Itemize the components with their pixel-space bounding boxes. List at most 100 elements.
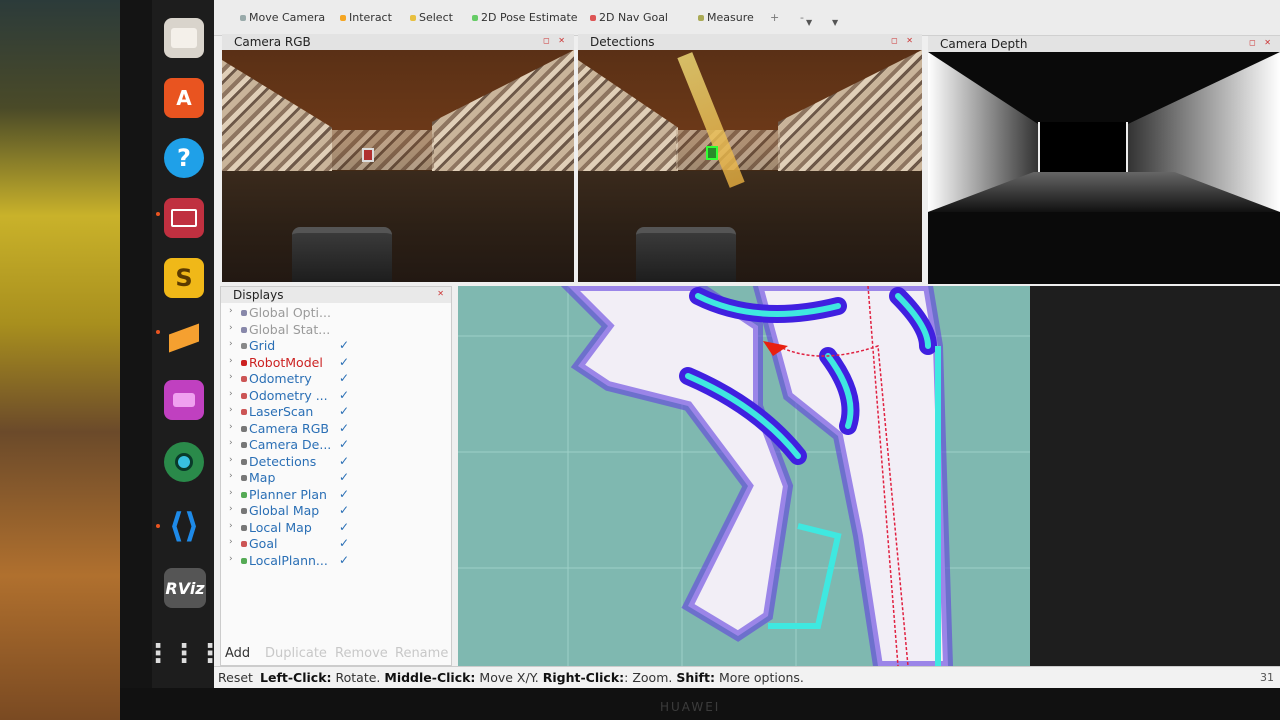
panel-close-icon[interactable]: ◻ ✕ xyxy=(543,36,568,45)
remove-tool-icon[interactable]: - xyxy=(800,11,804,24)
vscode-icon[interactable]: ⟨⟩ xyxy=(164,506,204,546)
display-item[interactable]: › Odometry ✓ xyxy=(221,371,451,387)
detections-panel: Detections ◻ ✕ xyxy=(578,34,922,282)
ubuntu-dock: A ? S ⟨⟩ RViz ⋮⋮⋮ xyxy=(145,0,223,688)
display-item[interactable]: › Global Opti... xyxy=(221,305,451,321)
files-icon[interactable] xyxy=(164,18,204,58)
running-indicator xyxy=(156,330,160,334)
arrow-icon xyxy=(241,376,247,382)
display-item[interactable]: › Odometry ... ✓ xyxy=(221,388,451,404)
enabled-checkbox[interactable]: ✓ xyxy=(339,437,349,451)
expand-arrow-icon[interactable]: › xyxy=(229,339,233,349)
enabled-checkbox[interactable]: ✓ xyxy=(339,487,349,501)
display-item[interactable]: › RobotModel ✓ xyxy=(221,355,451,371)
display-item[interactable]: › Local Map ✓ xyxy=(221,520,451,536)
displays-title: Displays xyxy=(221,287,451,303)
expand-arrow-icon[interactable]: › xyxy=(229,537,233,547)
terminal-app-icon[interactable] xyxy=(164,198,204,238)
enabled-checkbox[interactable]: ✓ xyxy=(339,338,349,352)
display-item[interactable]: › Camera De... ✓ xyxy=(221,437,451,453)
enabled-checkbox[interactable]: ✓ xyxy=(339,553,349,567)
enabled-checkbox[interactable]: ✓ xyxy=(339,388,349,402)
display-item[interactable]: › Grid ✓ xyxy=(221,338,451,354)
video-app-icon[interactable] xyxy=(164,380,204,420)
tool-interact[interactable]: Interact xyxy=(340,11,392,24)
nav-goal-icon xyxy=(590,15,596,21)
layers-icon[interactable] xyxy=(164,318,204,358)
expand-arrow-icon[interactable]: › xyxy=(229,504,233,514)
enabled-checkbox[interactable]: ✓ xyxy=(339,536,349,550)
display-item[interactable]: › Global Stat... xyxy=(221,322,451,338)
move-camera-icon xyxy=(240,15,246,21)
enabled-checkbox[interactable]: ✓ xyxy=(339,421,349,435)
display-item-label: Detections xyxy=(249,453,317,469)
expand-arrow-icon[interactable]: › xyxy=(229,488,233,498)
display-item[interactable]: › Goal ✓ xyxy=(221,536,451,552)
tool-select[interactable]: Select xyxy=(410,11,453,24)
grid-icon xyxy=(241,343,247,349)
camera-depth-image xyxy=(928,52,1280,284)
enabled-checkbox[interactable]: ✓ xyxy=(339,371,349,385)
chevron-down-icon[interactable]: ▼ xyxy=(806,18,812,27)
camera-app-icon[interactable] xyxy=(164,442,204,482)
expand-arrow-icon[interactable]: › xyxy=(229,422,233,432)
expand-arrow-icon[interactable]: › xyxy=(229,554,233,564)
expand-arrow-icon[interactable]: › xyxy=(229,521,233,531)
enabled-checkbox[interactable]: ✓ xyxy=(339,470,349,484)
show-apps-icon[interactable]: ⋮⋮⋮ xyxy=(145,634,223,674)
help-icon[interactable]: ? xyxy=(164,138,204,178)
reset-button[interactable]: Reset xyxy=(218,667,253,689)
display-item[interactable]: › Camera RGB ✓ xyxy=(221,421,451,437)
detections-image xyxy=(578,50,922,282)
display-item[interactable]: › Map ✓ xyxy=(221,470,451,486)
rviz-3d-view[interactable] xyxy=(458,286,1280,666)
display-item[interactable]: › LocalPlann... ✓ xyxy=(221,553,451,569)
chevron-down-icon[interactable]: ▼ xyxy=(832,18,838,27)
expand-arrow-icon[interactable]: › xyxy=(229,372,233,382)
display-item[interactable]: › Planner Plan ✓ xyxy=(221,487,451,503)
enabled-checkbox[interactable]: ✓ xyxy=(339,520,349,534)
tool-move-camera[interactable]: Move Camera xyxy=(240,11,325,24)
expand-arrow-icon[interactable]: › xyxy=(229,455,233,465)
tool-measure[interactable]: Measure xyxy=(698,11,754,24)
tool-2d-nav-goal[interactable]: 2D Nav Goal xyxy=(590,11,668,24)
expand-arrow-icon[interactable]: › xyxy=(229,389,233,399)
display-item-label: Local Map xyxy=(249,519,312,535)
rename-display-button[interactable]: Rename xyxy=(395,646,448,661)
panel-close-icon[interactable]: ◻ ✕ xyxy=(891,36,916,45)
select-icon xyxy=(410,15,416,21)
rviz-icon[interactable]: RViz xyxy=(164,568,206,608)
expand-arrow-icon[interactable]: › xyxy=(229,471,233,481)
display-item-label: Odometry ... xyxy=(249,387,328,403)
duplicate-display-button[interactable]: Duplicate xyxy=(265,646,327,661)
display-item-label: Camera De... xyxy=(249,437,332,452)
panel-title: Camera RGB xyxy=(222,34,574,50)
expand-arrow-icon[interactable]: › xyxy=(229,306,233,316)
interact-icon xyxy=(340,15,346,21)
app-center-icon[interactable]: A xyxy=(164,78,204,118)
tool-2d-pose-estimate[interactable]: 2D Pose Estimate xyxy=(472,11,578,24)
panel-close-icon[interactable]: ✕ xyxy=(437,289,447,298)
display-item-label: LaserScan xyxy=(249,404,314,419)
add-display-button[interactable]: Add xyxy=(225,646,250,661)
expand-arrow-icon[interactable]: › xyxy=(229,405,233,415)
panel-close-icon[interactable]: ◻ ✕ xyxy=(1249,38,1274,47)
display-item-label: Grid xyxy=(249,338,276,353)
occupancy-map xyxy=(458,286,1030,666)
display-item-label: Camera RGB xyxy=(249,420,329,436)
display-item[interactable]: › LaserScan ✓ xyxy=(221,404,451,420)
add-tool-icon[interactable]: + xyxy=(770,11,779,24)
display-item[interactable]: › Detections ✓ xyxy=(221,454,451,470)
enabled-checkbox[interactable]: ✓ xyxy=(339,454,349,468)
display-item[interactable]: › Global Map ✓ xyxy=(221,503,451,519)
remove-display-button[interactable]: Remove xyxy=(335,646,388,661)
enabled-checkbox[interactable]: ✓ xyxy=(339,355,349,369)
expand-arrow-icon[interactable]: › xyxy=(229,356,233,366)
measure-icon xyxy=(698,15,704,21)
enabled-checkbox[interactable]: ✓ xyxy=(339,404,349,418)
sublime-text-icon[interactable]: S xyxy=(164,258,204,298)
expand-arrow-icon[interactable]: › xyxy=(229,323,233,333)
expand-arrow-icon[interactable]: › xyxy=(229,438,233,448)
displays-panel: Displays ✕ › Global Opti... › Global Stat..… xyxy=(220,286,452,666)
enabled-checkbox[interactable]: ✓ xyxy=(339,503,349,517)
